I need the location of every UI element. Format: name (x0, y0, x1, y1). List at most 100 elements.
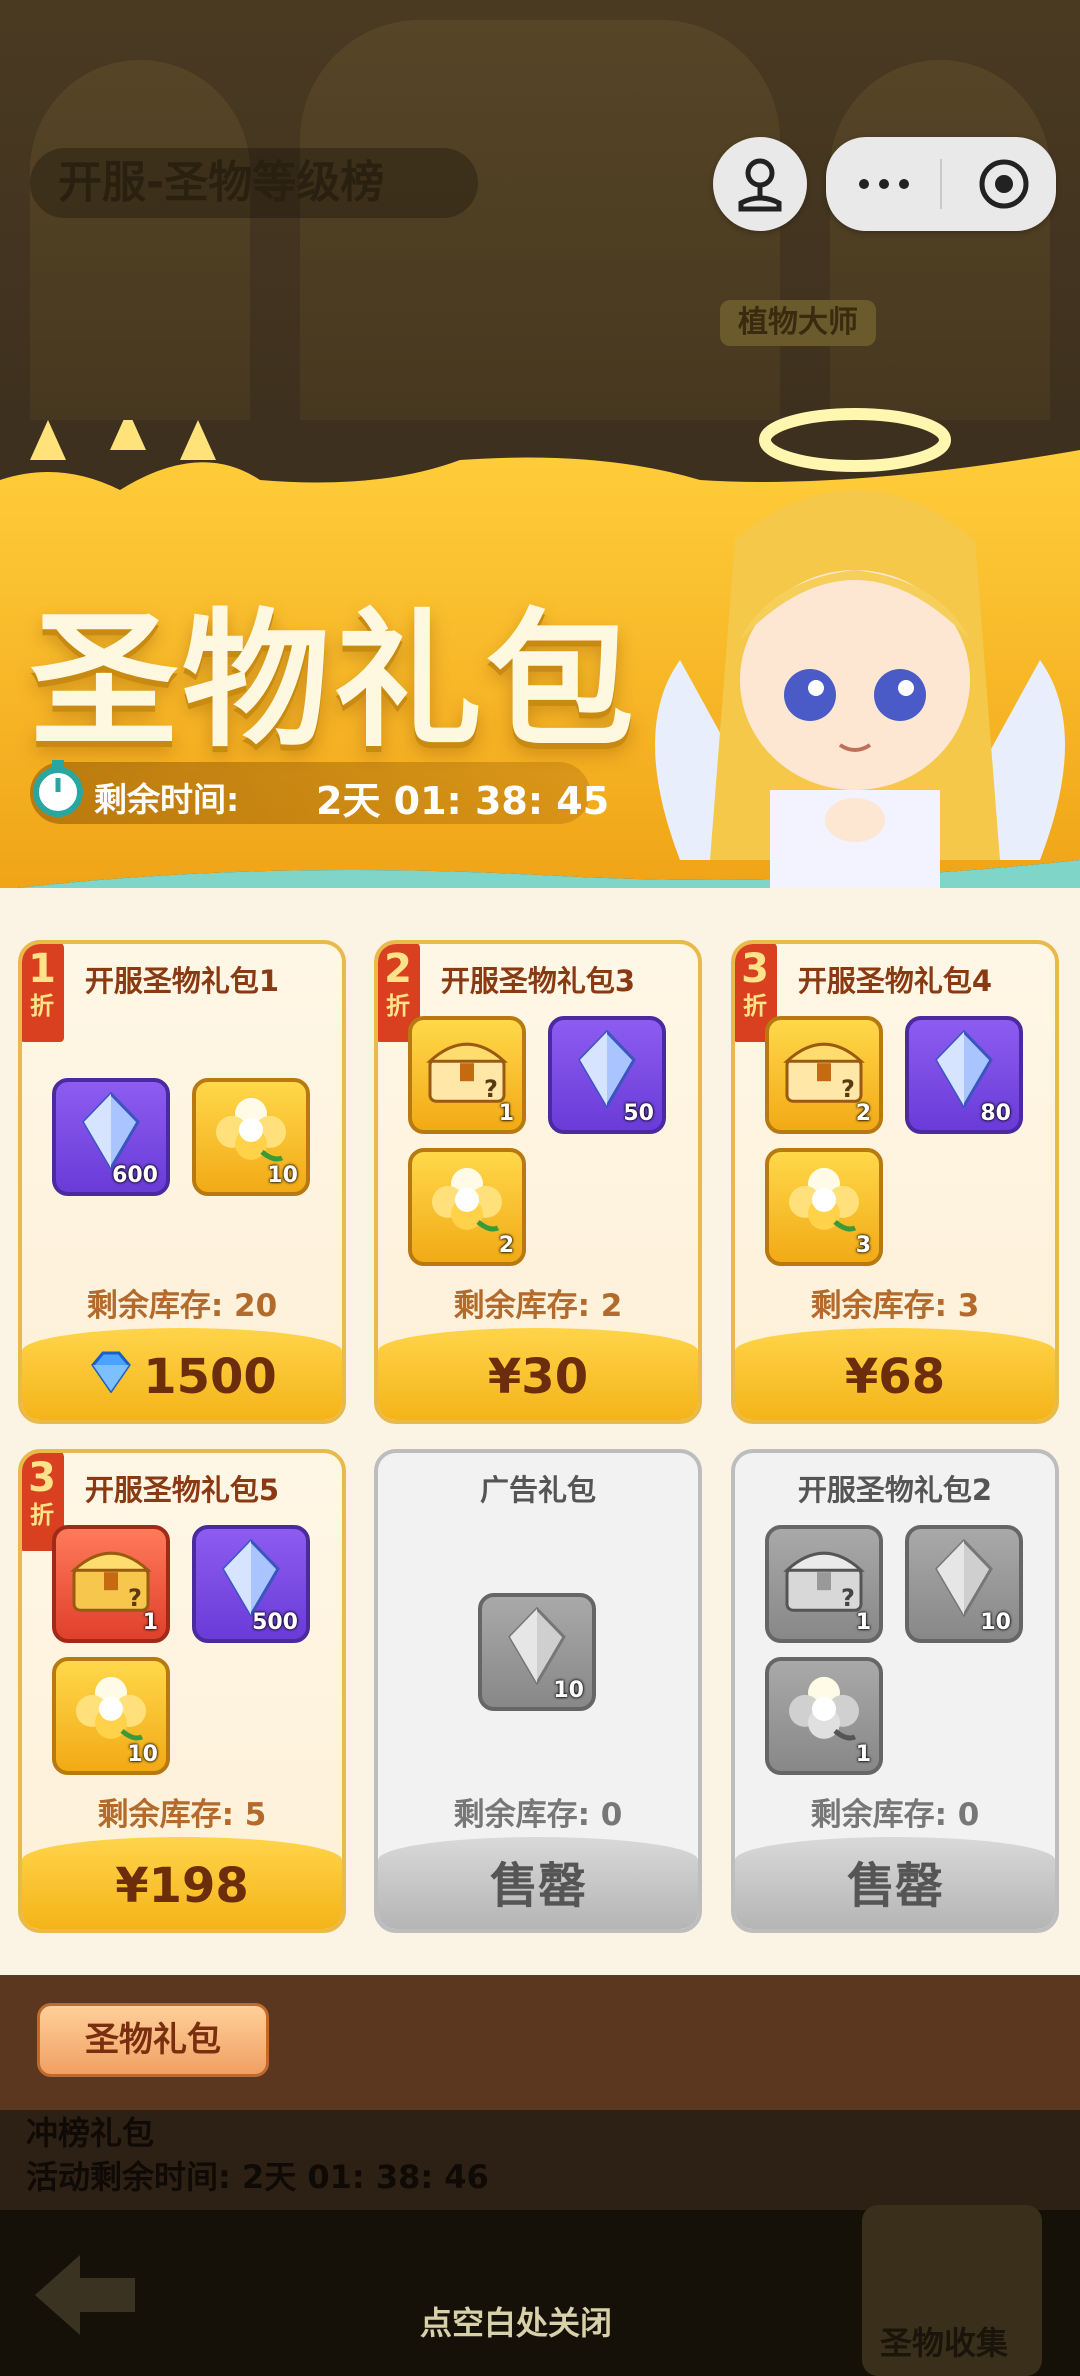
background-title: 开服-圣物等级榜 (30, 148, 478, 218)
reward-quantity: 10 (267, 1163, 298, 1188)
gift-pack-title: 开服圣物礼包1 (84, 964, 280, 998)
reward-item[interactable]: 10 (905, 1525, 1023, 1643)
price-text: ¥30 (487, 1349, 589, 1405)
crystal-icon (216, 1538, 286, 1621)
crystal-icon (76, 1091, 146, 1174)
capsule-menu (826, 137, 1056, 231)
svg-text:?: ? (128, 1584, 142, 1612)
flower-icon (72, 1671, 150, 1753)
svg-text:?: ? (841, 1584, 855, 1612)
diamond-icon (87, 1331, 135, 1420)
reward-quantity: 10 (127, 1742, 158, 1767)
gift-pack-title: 开服圣物礼包3 (440, 964, 636, 998)
reward-quantity: 2 (498, 1233, 514, 1258)
chest-icon: ? (424, 1033, 510, 1109)
profile-button[interactable] (713, 137, 807, 231)
joystick-icon (738, 158, 782, 212)
buy-price-button[interactable]: ¥68 (735, 1328, 1055, 1420)
gift-pack-title: 开服圣物礼包2 (797, 1473, 993, 1507)
buy-price-button[interactable]: ¥30 (378, 1328, 698, 1420)
reward-item[interactable]: 50 (548, 1016, 666, 1134)
more-icon[interactable] (854, 169, 914, 199)
stock-remaining: 剩余库存: 2 (453, 1288, 623, 1324)
close-target-icon[interactable] (974, 154, 1034, 214)
chest-icon: ? (68, 1542, 154, 1618)
price-text: ¥198 (115, 1858, 249, 1914)
reward-item[interactable]: 600 (52, 1078, 170, 1196)
price-text: ¥68 (844, 1349, 946, 1405)
flower-icon (785, 1162, 863, 1244)
background-window (830, 60, 1050, 420)
reward-item[interactable]: ? 2 (765, 1016, 883, 1134)
svg-text:?: ? (841, 1075, 855, 1103)
buy-price-button[interactable]: 1500 (22, 1328, 342, 1420)
flower-icon (785, 1671, 863, 1753)
reward-quantity: 1 (142, 1610, 158, 1635)
reward-quantity: 50 (623, 1101, 654, 1126)
reward-item[interactable]: 10 (52, 1657, 170, 1775)
background-badge: 植物大师 (720, 300, 876, 346)
reward-quantity: 1 (855, 1742, 871, 1767)
price-text: 1500 (143, 1349, 277, 1405)
timer-value: 2天 01: 38: 45 (316, 779, 610, 823)
reward-item[interactable]: ? 1 (52, 1525, 170, 1643)
gift-pack-card[interactable]: 2 折开服圣物礼包3? 1 50 2 剩余库存: 2 ¥30 (374, 940, 702, 1424)
reward-quantity: 10 (553, 1678, 584, 1703)
gift-pack-title: 广告礼包 (479, 1473, 596, 1507)
reward-quantity: 1 (498, 1101, 514, 1126)
timer-label: 剩余时间: (94, 780, 240, 819)
crystal-icon (929, 1029, 999, 1112)
price-text: 售罄 (489, 1858, 586, 1914)
crystal-icon (502, 1606, 572, 1689)
gift-pack-card[interactable]: 广告礼包 10 剩余库存: 0 售罄 (374, 1449, 702, 1933)
stock-remaining: 剩余库存: 3 (810, 1288, 980, 1324)
reward-item[interactable]: 3 (765, 1148, 883, 1266)
banner-title: 圣物礼包 (30, 595, 638, 767)
stopwatch-icon (33, 760, 83, 817)
rank-activity-timer: 活动剩余时间: 2天 01: 38: 46 (26, 2158, 489, 2196)
reward-quantity: 2 (855, 1101, 871, 1126)
reward-quantity: 1 (855, 1610, 871, 1635)
price-text: 售罄 (846, 1858, 943, 1914)
reward-item[interactable]: 2 (408, 1148, 526, 1266)
crystal-icon (929, 1538, 999, 1621)
stock-remaining: 剩余库存: 5 (97, 1797, 267, 1833)
flower-icon (212, 1092, 290, 1174)
reward-quantity: 3 (855, 1233, 871, 1258)
reward-quantity: 600 (112, 1163, 158, 1188)
capsule-divider (940, 159, 942, 209)
svg-text:?: ? (484, 1075, 498, 1103)
back-arrow-icon[interactable] (30, 2250, 140, 2340)
chest-icon: ? (781, 1033, 867, 1109)
tab-relic-gift-pack[interactable]: 圣物礼包 (37, 2003, 269, 2077)
background-window (300, 20, 780, 420)
reward-item[interactable]: 10 (478, 1593, 596, 1711)
angel-character-illustration (655, 408, 1065, 890)
close-hint[interactable]: 点空白处关闭 (420, 2298, 612, 2344)
reward-item[interactable]: 80 (905, 1016, 1023, 1134)
gift-pack-card[interactable]: 1 折开服圣物礼包1 600 10 剩余库存: 20 1500 (18, 940, 346, 1424)
reward-item[interactable]: 500 (192, 1525, 310, 1643)
reward-item[interactable]: 10 (192, 1078, 310, 1196)
stock-remaining: 剩余库存: 20 (86, 1288, 278, 1324)
reward-quantity: 80 (980, 1101, 1011, 1126)
flower-icon (428, 1162, 506, 1244)
buy-price-button[interactable]: ¥198 (22, 1837, 342, 1929)
reward-quantity: 500 (252, 1610, 298, 1635)
gift-pack-card[interactable]: 开服圣物礼包2? 1 10 1 剩余库存: 0 售罄 (731, 1449, 1059, 1933)
gift-pack-card[interactable]: 3 折开服圣物礼包4? 2 80 3 剩余库存: 3 ¥68 (731, 940, 1059, 1424)
gift-pack-card[interactable]: 3 折开服圣物礼包5? 1 500 10 剩余库存: 5 ¥198 (18, 1449, 346, 1933)
reward-quantity: 10 (980, 1610, 1011, 1635)
crystal-icon (572, 1029, 642, 1112)
stock-remaining: 剩余库存: 0 (810, 1797, 980, 1833)
background-window (30, 60, 250, 420)
reward-item[interactable]: ? 1 (408, 1016, 526, 1134)
sold-out-label: 售罄 (735, 1837, 1055, 1929)
reward-item[interactable]: ? 1 (765, 1525, 883, 1643)
sold-out-label: 售罄 (378, 1837, 698, 1929)
reward-item[interactable]: 1 (765, 1657, 883, 1775)
stock-remaining: 剩余库存: 0 (453, 1797, 623, 1833)
gift-pack-title: 开服圣物礼包5 (84, 1473, 280, 1507)
rank-pack-title: 冲榜礼包 (26, 2114, 155, 2152)
relic-collection-label: 圣物收集 (880, 2324, 1009, 2362)
